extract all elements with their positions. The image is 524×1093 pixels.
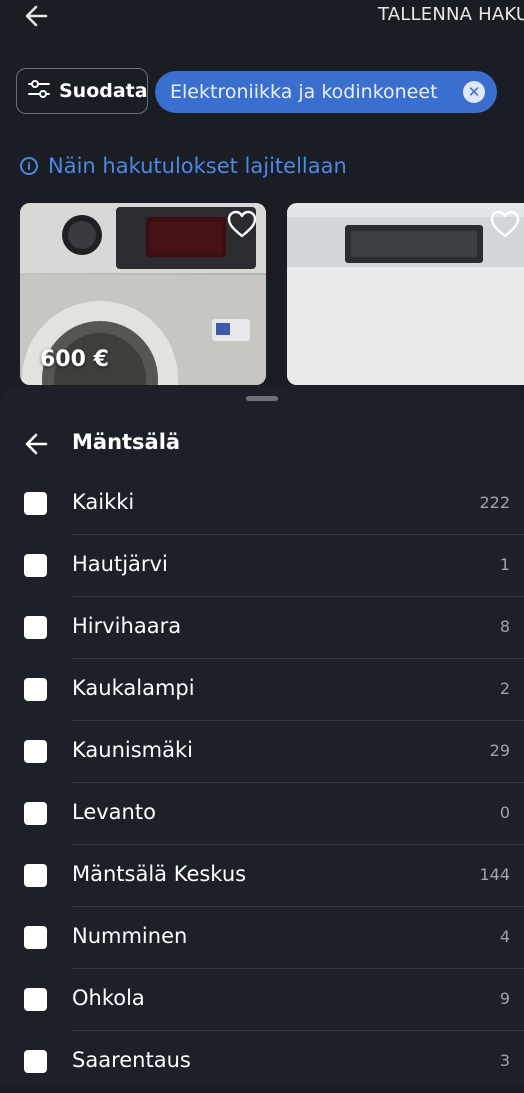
checkbox[interactable] [24, 554, 47, 577]
option-label: Kaukalampi [72, 676, 195, 700]
back-arrow-icon[interactable] [22, 2, 52, 30]
save-search-button[interactable]: TALLENNA HAKU [378, 4, 524, 25]
filter-button[interactable]: Suodata [16, 68, 148, 114]
option-count: 1 [499, 555, 510, 574]
favorite-heart-icon[interactable] [226, 209, 258, 239]
location-option[interactable]: Numminen 4 [0, 907, 524, 969]
checkbox[interactable] [24, 802, 47, 825]
filter-button-label: Suodata [59, 80, 148, 102]
sheet-drag-handle[interactable] [246, 396, 278, 401]
option-label: Kaikki [72, 490, 135, 514]
checkbox[interactable] [24, 1050, 47, 1073]
sort-info-link[interactable]: i Näin hakutulokset lajitellaan [20, 154, 347, 178]
location-option[interactable]: Kaukalampi 2 [0, 659, 524, 721]
top-bar: TALLENNA HAKU [0, 0, 524, 40]
option-label: Hautjärvi [72, 552, 168, 576]
info-icon: i [20, 157, 38, 175]
option-count: 9 [499, 989, 510, 1008]
option-count: 3 [499, 1051, 510, 1070]
option-label: Levanto [72, 800, 156, 824]
listing-card[interactable]: 600 € [20, 203, 266, 385]
option-count: 4 [499, 927, 510, 946]
remove-chip-icon[interactable]: ✕ [463, 81, 485, 103]
location-option[interactable]: Saarentaus 3 [0, 1031, 524, 1093]
checkbox[interactable] [24, 926, 47, 949]
option-label: Kaunismäki [72, 738, 193, 762]
option-count: 222 [479, 493, 510, 512]
option-label: Saarentaus [72, 1048, 191, 1072]
sheet-title: Mäntsälä [72, 430, 181, 454]
favorite-heart-icon[interactable] [489, 209, 521, 239]
option-count: 144 [479, 865, 510, 884]
option-label: Mäntsälä Keskus [72, 862, 247, 886]
location-option[interactable]: Kaikki 222 [0, 473, 524, 535]
checkbox[interactable] [24, 492, 47, 515]
sort-info-label: Näin hakutulokset lajitellaan [48, 154, 347, 178]
checkbox[interactable] [24, 988, 47, 1011]
checkbox[interactable] [24, 678, 47, 701]
location-option[interactable]: Hirvihaara 8 [0, 597, 524, 659]
checkbox[interactable] [24, 864, 47, 887]
category-chip[interactable]: Elektroniikka ja kodinkoneet ✕ [155, 71, 497, 113]
category-chip-label: Elektroniikka ja kodinkoneet [170, 81, 438, 103]
location-option[interactable]: Ohkola 9 [0, 969, 524, 1031]
option-count: 29 [489, 741, 510, 760]
back-arrow-icon[interactable] [22, 430, 52, 458]
listing-price: 600 € [40, 347, 109, 372]
location-option[interactable]: Mäntsälä Keskus 144 [0, 845, 524, 907]
option-label: Numminen [72, 924, 188, 948]
option-count: 0 [499, 803, 510, 822]
listing-card[interactable] [287, 203, 524, 385]
checkbox[interactable] [24, 740, 47, 763]
option-label: Hirvihaara [72, 614, 182, 638]
location-option[interactable]: Kaunismäki 29 [0, 721, 524, 783]
checkbox[interactable] [24, 616, 47, 639]
option-count: 2 [499, 679, 510, 698]
location-bottom-sheet: Mäntsälä Kaikki 222 Hautjärvi 1 Hirvihaa… [0, 386, 524, 1086]
option-label: Ohkola [72, 986, 145, 1010]
location-option[interactable]: Hautjärvi 1 [0, 535, 524, 597]
sliders-icon [27, 78, 51, 104]
location-option[interactable]: Levanto 0 [0, 783, 524, 845]
option-count: 8 [499, 617, 510, 636]
